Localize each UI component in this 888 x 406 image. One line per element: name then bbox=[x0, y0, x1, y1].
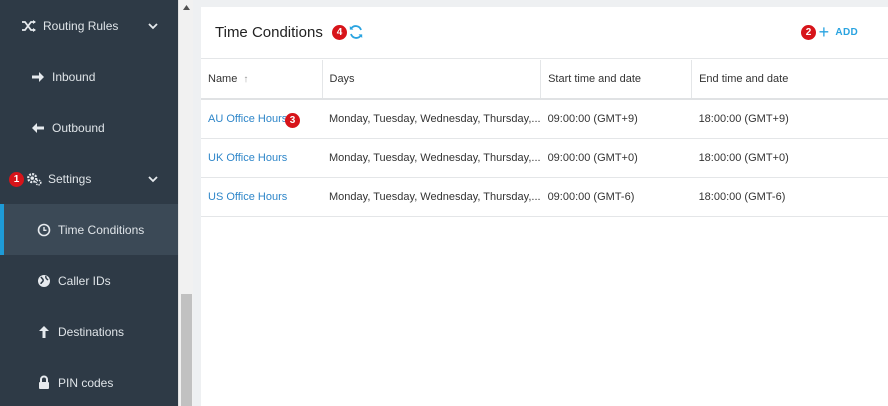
table-row[interactable]: AU Office Hours Monday, Tuesday, Wednesd… bbox=[201, 99, 888, 139]
shuffle-icon bbox=[21, 18, 37, 34]
globe-icon bbox=[36, 273, 52, 289]
time-conditions-table: Name ↑ Days Start time and date End time … bbox=[201, 60, 888, 217]
row-days: Monday, Tuesday, Wednesday, Thursday,... bbox=[322, 138, 541, 178]
table-header-row: Name ↑ Days Start time and date End time … bbox=[201, 60, 888, 100]
row-name-link[interactable]: AU Office Hours bbox=[201, 99, 322, 139]
sidebar: Routing Rules Inbound Outbound Settings … bbox=[0, 0, 178, 406]
row-end: 18:00:00 (GMT+9) bbox=[691, 99, 888, 139]
table-row[interactable]: US Office Hours Monday, Tuesday, Wednesd… bbox=[201, 177, 888, 217]
row-start: 09:00:00 (GMT+0) bbox=[540, 138, 692, 178]
row-days: Monday, Tuesday, Wednesday, Thursday,... bbox=[322, 99, 541, 139]
page-title: Time Conditions bbox=[215, 24, 323, 41]
row-days: Monday, Tuesday, Wednesday, Thursday,... bbox=[322, 177, 541, 217]
add-button[interactable]: + ADD bbox=[818, 22, 858, 42]
annotation-badge-2: 2 bbox=[801, 25, 816, 40]
sidebar-scrollbar[interactable] bbox=[178, 0, 193, 406]
sidebar-item-label: Time Conditions bbox=[58, 222, 145, 237]
sidebar-item-label: Destinations bbox=[58, 324, 125, 339]
row-name-link[interactable]: US Office Hours bbox=[201, 177, 322, 217]
annotation-badge-1: 1 bbox=[9, 172, 24, 187]
sidebar-item-pin-codes[interactable]: PIN codes bbox=[0, 357, 178, 406]
refresh-icon[interactable] bbox=[348, 24, 364, 40]
arrow-up-icon bbox=[36, 324, 52, 340]
chevron-down-icon[interactable] bbox=[148, 174, 158, 184]
table-row[interactable]: UK Office Hours Monday, Tuesday, Wednesd… bbox=[201, 138, 888, 178]
sidebar-item-settings[interactable]: Settings bbox=[0, 153, 178, 204]
row-end: 18:00:00 (GMT-6) bbox=[691, 177, 888, 217]
time-conditions-panel: Time Conditions 4 2 + ADD Name ↑ Days Sta… bbox=[201, 7, 888, 406]
row-start: 09:00:00 (GMT+9) bbox=[540, 99, 692, 139]
sidebar-item-outbound[interactable]: Outbound bbox=[0, 102, 178, 153]
arrow-left-icon bbox=[30, 120, 46, 136]
sidebar-item-label: Caller IDs bbox=[58, 273, 111, 288]
plus-icon: + bbox=[818, 22, 830, 42]
clock-icon bbox=[36, 222, 52, 238]
annotation-badge-4: 4 bbox=[332, 25, 347, 40]
panel-header: Time Conditions 4 2 + ADD bbox=[201, 7, 888, 59]
column-header-end[interactable]: End time and date bbox=[691, 60, 888, 100]
sidebar-item-label: Routing Rules bbox=[43, 18, 119, 33]
sidebar-item-label: Outbound bbox=[52, 120, 105, 135]
scrollbar-thumb[interactable] bbox=[181, 294, 192, 406]
add-button-label: ADD bbox=[835, 26, 858, 38]
row-start: 09:00:00 (GMT-6) bbox=[540, 177, 692, 217]
annotation-badge-3: 3 bbox=[285, 113, 300, 128]
row-name-link[interactable]: UK Office Hours bbox=[201, 138, 322, 178]
scroll-up-arrow-icon[interactable] bbox=[179, 0, 194, 15]
gears-icon bbox=[26, 171, 42, 187]
lock-icon bbox=[36, 375, 52, 391]
sidebar-item-label: PIN codes bbox=[58, 375, 114, 390]
sidebar-item-routing-rules[interactable]: Routing Rules bbox=[0, 0, 178, 51]
chevron-down-icon[interactable] bbox=[148, 21, 158, 31]
sidebar-item-label: Inbound bbox=[52, 69, 96, 84]
column-header-start[interactable]: Start time and date bbox=[540, 60, 693, 100]
sidebar-item-label: Settings bbox=[48, 171, 92, 186]
row-end: 18:00:00 (GMT+0) bbox=[691, 138, 888, 178]
sort-ascending-icon[interactable]: ↑ bbox=[243, 74, 248, 85]
column-header-name[interactable]: Name ↑ bbox=[201, 60, 323, 100]
column-header-days[interactable]: Days bbox=[322, 60, 542, 100]
sidebar-item-caller-ids[interactable]: Caller IDs bbox=[0, 255, 178, 306]
sidebar-item-destinations[interactable]: Destinations bbox=[0, 306, 178, 357]
arrow-right-icon bbox=[30, 69, 46, 85]
sidebar-item-time-conditions[interactable]: Time Conditions bbox=[0, 204, 178, 255]
sidebar-item-inbound[interactable]: Inbound bbox=[0, 51, 178, 102]
